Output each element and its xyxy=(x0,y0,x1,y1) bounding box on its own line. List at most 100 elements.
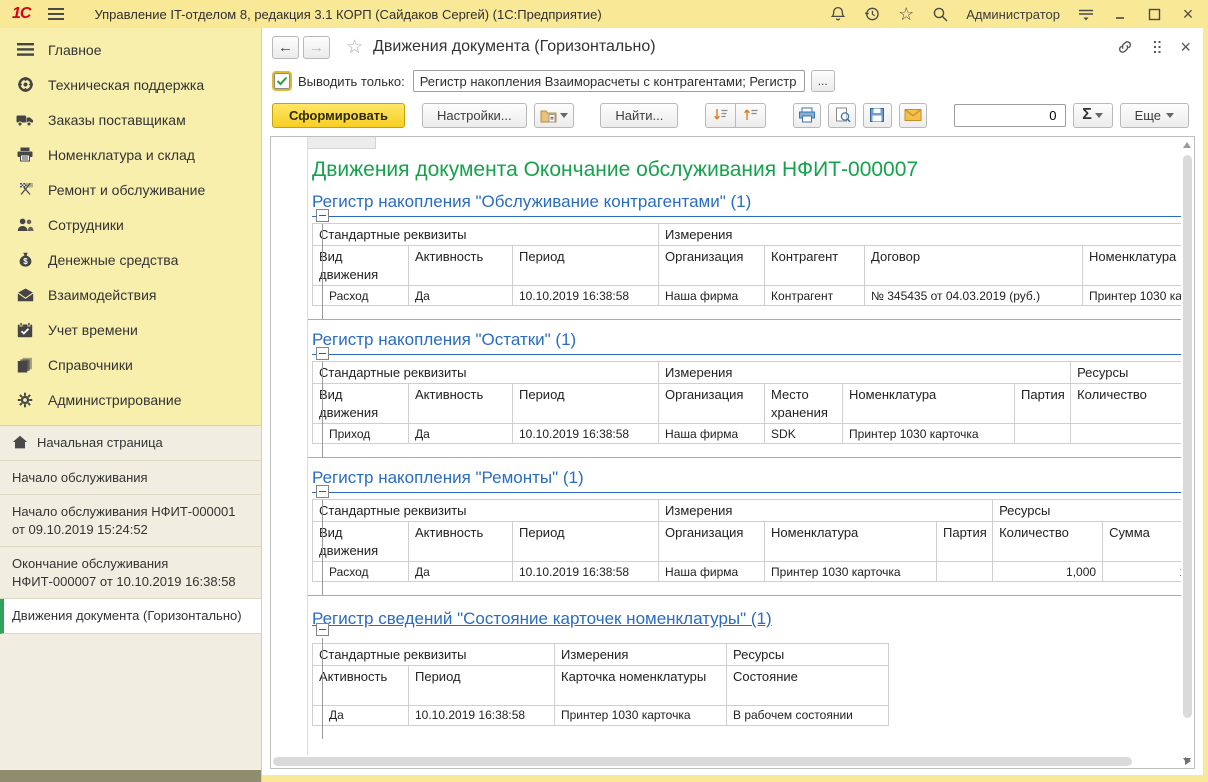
sidebar-item[interactable]: $ Денежные средства xyxy=(0,242,261,277)
print-preview-icon[interactable] xyxy=(828,103,856,128)
get-link-icon[interactable] xyxy=(1115,39,1135,55)
sidebar-footer xyxy=(0,770,261,782)
maximize-icon[interactable] xyxy=(1144,4,1164,24)
expand-groups-icon[interactable] xyxy=(705,103,736,128)
sidebar-item[interactable]: Номенклатура и склад xyxy=(0,137,261,172)
find-button[interactable]: Найти... xyxy=(600,103,678,128)
register-heading-link[interactable]: Регистр накопления "Остатки" (1) xyxy=(312,330,1181,355)
report-section: Регистр накопления "Остатки" (1) Стандар… xyxy=(308,330,1181,458)
sum-button[interactable]: Σ xyxy=(1073,103,1113,128)
application-window: 1С Управление IT-отделом 8, редакция 3.1… xyxy=(0,0,1208,782)
back-button[interactable]: ← xyxy=(272,36,299,59)
column-header-cell: Период xyxy=(409,665,555,705)
sidebar-item[interactable]: Техническая поддержка xyxy=(0,67,261,102)
registers-filter-input[interactable] xyxy=(413,70,805,92)
table-cell xyxy=(937,562,993,582)
show-only-checkbox[interactable] xyxy=(274,73,290,89)
table-row[interactable]: РасходДа10.10.2019 16:38:58Наша фирмаКон… xyxy=(313,286,1182,306)
column-header-cell: Номенклатура xyxy=(765,522,937,562)
open-window-item[interactable]: Начало обслуживания НФИТ-000001 от 09.10… xyxy=(0,495,261,547)
open-window-item[interactable]: Начальная страница xyxy=(0,426,261,461)
collapse-group-button[interactable] xyxy=(316,623,329,636)
collapse-group-button[interactable] xyxy=(316,347,329,360)
forward-button[interactable]: → xyxy=(303,36,330,59)
column-header-cell: Вид движения xyxy=(313,384,409,424)
scroll-right-arrow-icon[interactable] xyxy=(1185,757,1191,765)
truck-icon xyxy=(16,111,34,129)
sidebar-item[interactable]: Заказы поставщикам xyxy=(0,102,261,137)
table-row[interactable]: РасходДа10.10.2019 16:38:58Наша фирмаПри… xyxy=(313,562,1182,582)
report-toolbar: Сформировать Настройки... Найти... xyxy=(262,96,1203,134)
group-header-cell: Измерения xyxy=(659,500,993,522)
table-cell: 1,000 xyxy=(993,562,1103,582)
collapse-groups-icon[interactable] xyxy=(735,103,766,128)
window-title: Управление IT-отделом 8, редакция 3.1 КО… xyxy=(94,7,601,22)
notifications-bell-icon[interactable] xyxy=(828,4,848,24)
column-header-cell: Сумма xyxy=(1103,522,1181,562)
scroll-up-arrow-icon[interactable] xyxy=(1183,142,1191,148)
money-bag-icon: $ xyxy=(16,251,34,269)
collapse-group-button[interactable] xyxy=(316,209,329,222)
table-row[interactable]: ПриходДа10.10.2019 16:38:58Наша фирмаSDK… xyxy=(313,424,1182,444)
table-cell: 10.10.2019 16:38:58 xyxy=(513,424,659,444)
more-menu-kebab-icon[interactable] xyxy=(1153,40,1162,54)
sidebar-item[interactable]: Главное xyxy=(0,32,261,67)
sidebar-item[interactable]: Учет времени xyxy=(0,312,261,347)
report-title: Движения документа Окончание обслуживани… xyxy=(312,158,1181,182)
people-icon xyxy=(16,216,34,234)
register-heading-link[interactable]: Регистр накопления "Обслуживание контраг… xyxy=(312,192,1181,217)
minimize-icon[interactable] xyxy=(1110,4,1130,24)
table-cell xyxy=(1015,424,1071,444)
table-cell: Расход xyxy=(313,562,409,582)
sidebar-item[interactable]: Администрирование xyxy=(0,382,261,417)
count-field[interactable] xyxy=(954,104,1066,127)
add-favorite-star-icon[interactable]: ☆ xyxy=(346,36,363,59)
sidebar-item[interactable]: Взаимодействия xyxy=(0,277,261,312)
search-icon[interactable] xyxy=(930,4,950,24)
column-header-cell: Период xyxy=(513,246,659,286)
register-table: Стандартные реквизитыИзмеренияРесурсы Ви… xyxy=(312,499,1181,582)
column-header-cell: Контрагент xyxy=(765,246,865,286)
close-window-icon[interactable]: × xyxy=(1178,4,1198,24)
sidebar-item[interactable]: Сотрудники xyxy=(0,207,261,242)
history-icon[interactable] xyxy=(862,4,882,24)
table-row[interactable]: Да10.10.2019 16:38:58Принтер 1030 карточ… xyxy=(313,705,889,725)
close-form-icon[interactable]: × xyxy=(1180,38,1191,56)
settings-button[interactable]: Настройки... xyxy=(422,103,527,128)
table-cell: Да xyxy=(409,286,513,306)
column-header-cell: Организация xyxy=(659,522,765,562)
report-variants-button[interactable] xyxy=(534,103,574,128)
column-header-cell: Место хранения xyxy=(765,384,843,424)
column-header-cell: Количество xyxy=(1071,384,1181,424)
register-heading-link[interactable]: Регистр накопления "Ремонты" (1) xyxy=(312,468,1181,493)
favorites-star-icon[interactable]: ☆ xyxy=(896,4,916,24)
register-heading-link[interactable]: Регистр сведений "Состояние карточек ном… xyxy=(312,606,888,636)
open-window-item[interactable]: Окончание обслуживания НФИТ-000007 от 10… xyxy=(0,547,261,599)
vertical-scrollbar[interactable] xyxy=(1182,139,1193,752)
choose-registers-button[interactable]: ... xyxy=(811,70,835,92)
open-window-item[interactable]: Начало обслуживания xyxy=(0,461,261,496)
dropdown-caret-icon xyxy=(560,113,568,118)
sidebar-item[interactable]: Ремонт и обслуживание xyxy=(0,172,261,207)
sidebar-item[interactable]: Справочники xyxy=(0,347,261,382)
send-mail-icon[interactable] xyxy=(899,103,927,128)
envelope-icon xyxy=(16,286,34,304)
service-menu-icon[interactable] xyxy=(1076,4,1096,24)
generate-button[interactable]: Сформировать xyxy=(272,103,405,128)
books-icon xyxy=(16,356,34,374)
vertical-scroll-thumb[interactable] xyxy=(1183,155,1192,718)
save-icon[interactable] xyxy=(863,103,891,128)
main-panel: ← → ☆ Движения документа (Горизонтально)… xyxy=(262,28,1203,775)
flags-icon xyxy=(16,181,34,199)
current-user-label[interactable]: Администратор xyxy=(966,7,1060,22)
column-header-cell: Активность xyxy=(409,246,513,286)
1c-logo: 1С xyxy=(12,5,30,23)
collapse-group-button[interactable] xyxy=(316,485,329,498)
print-icon[interactable] xyxy=(793,103,821,128)
table-cell: Принтер 1030 карточка xyxy=(765,562,937,582)
horizontal-scroll-thumb[interactable] xyxy=(273,757,1132,766)
more-button[interactable]: Еще xyxy=(1120,103,1189,128)
horizontal-scrollbar[interactable] xyxy=(273,756,1178,767)
main-menu-icon[interactable] xyxy=(48,8,64,20)
open-window-item[interactable]: Движения документа (Горизонтально) xyxy=(0,599,261,634)
